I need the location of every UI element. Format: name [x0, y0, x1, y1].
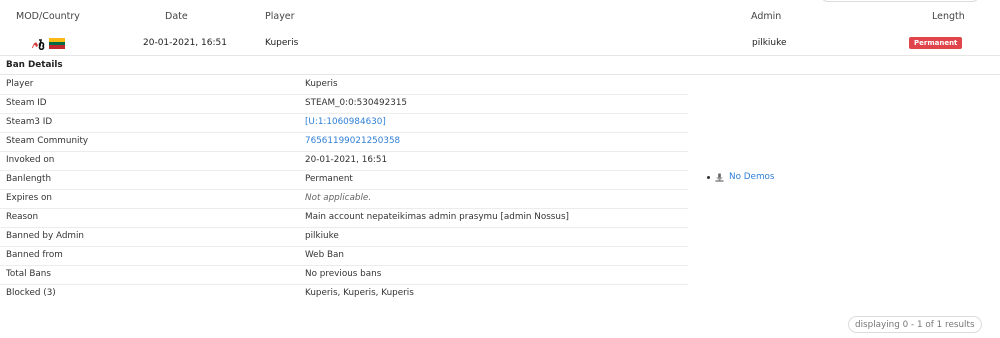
detail-row-invoked-on: Invoked on 20-01-2021, 16:51 — [0, 151, 688, 171]
detail-row-steam3-id: Steam3 ID [U:1:1060984630] — [0, 113, 688, 133]
ban-admin: pilkiuke — [752, 38, 787, 48]
length-badge: Permanent — [909, 37, 963, 49]
detail-value: No previous bans — [305, 269, 382, 279]
detail-label: Player — [6, 79, 34, 89]
sourcebans-logo-icon — [32, 39, 45, 50]
detail-label: Invoked on — [6, 155, 55, 165]
detail-row-steam-community: Steam Community 76561199021250358 — [0, 132, 688, 152]
no-demos-link[interactable]: No Demos — [729, 172, 774, 182]
detail-row-steam-id: Steam ID STEAM_0:0:530492315 — [0, 94, 688, 114]
column-header-mod-country: MOD/Country — [16, 11, 80, 22]
steam3-id-link[interactable]: [U:1:1060984630] — [305, 117, 386, 127]
detail-row-banlength: Banlength Permanent — [0, 170, 688, 190]
detail-row-expires-on: Expires on Not applicable. — [0, 189, 688, 209]
detail-value: Main account nepateikimas admin prasymu … — [305, 212, 569, 222]
column-header-admin: Admin — [751, 11, 782, 22]
detail-value: Kuperis, Kuperis, Kuperis — [305, 288, 414, 298]
detail-label: Reason — [6, 212, 39, 222]
ban-date: 20-01-2021, 16:51 — [143, 38, 227, 48]
details-section-title: Ban Details — [0, 56, 1000, 75]
list-bullet — [707, 176, 710, 179]
column-header-length: Length — [932, 11, 965, 22]
detail-value: pilkiuke — [305, 231, 339, 241]
detail-value: 20-01-2021, 16:51 — [305, 155, 388, 165]
detail-value: STEAM_0:0:530492315 — [305, 98, 408, 108]
ban-player: Kuperis — [265, 38, 299, 48]
ban-list-row[interactable]: 20-01-2021, 16:51 Kuperis pilkiuke Perma… — [0, 33, 1000, 56]
detail-row-blocked: Blocked (3) Kuperis, Kuperis, Kuperis — [0, 284, 688, 303]
detail-row-total-bans: Total Bans No previous bans — [0, 265, 688, 285]
demo-icon — [715, 173, 724, 182]
detail-label: Steam ID — [6, 98, 47, 108]
detail-row-reason: Reason Main account nepateikimas admin p… — [0, 208, 688, 228]
column-header-date: Date — [165, 11, 188, 22]
detail-label: Total Bans — [6, 269, 51, 279]
detail-row-banned-from: Banned from Web Ban — [0, 246, 688, 266]
detail-value: Not applicable. — [305, 193, 372, 203]
detail-label: Expires on — [6, 193, 52, 203]
detail-label: Steam Community — [6, 136, 89, 146]
detail-label: Banned from — [6, 250, 63, 260]
details-title-text: Ban Details — [6, 60, 63, 70]
lithuania-flag-icon — [49, 38, 65, 49]
detail-row-banned-by-admin: Banned by Admin pilkiuke — [0, 227, 688, 247]
detail-label: Banned by Admin — [6, 231, 84, 241]
detail-label: Banlength — [6, 174, 52, 184]
detail-row-player: Player Kuperis — [0, 75, 688, 95]
detail-value: Permanent — [305, 174, 353, 184]
ban-table-header: MOD/Country Date Player Admin Length — [0, 0, 1000, 34]
detail-label: Steam3 ID — [6, 117, 53, 127]
steam-community-link[interactable]: 76561199021250358 — [305, 136, 400, 146]
pagination-status: displaying 0 - 1 of 1 results — [848, 316, 982, 333]
detail-value: Kuperis — [305, 79, 338, 89]
column-header-player: Player — [265, 11, 295, 22]
detail-label: Blocked (3) — [6, 288, 56, 298]
detail-value: Web Ban — [305, 250, 344, 260]
